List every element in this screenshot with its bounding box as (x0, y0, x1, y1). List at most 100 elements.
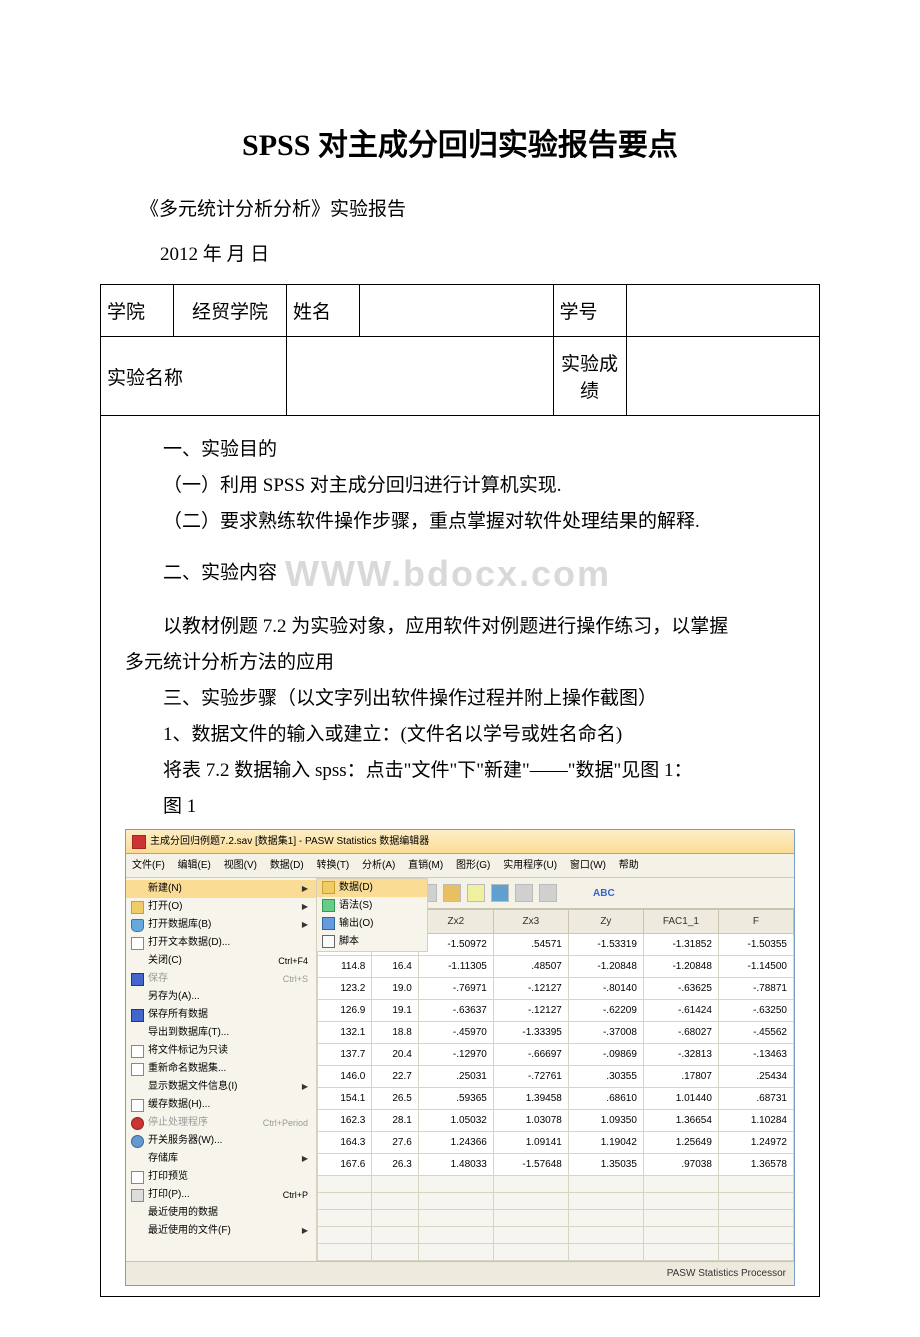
table-cell[interactable]: .68610 (568, 1088, 643, 1110)
table-cell[interactable] (318, 1244, 372, 1261)
table-cell[interactable]: -1.14500 (718, 956, 793, 978)
table-cell[interactable]: 20.4 (372, 1044, 418, 1066)
table-cell[interactable]: 28.1 (372, 1110, 418, 1132)
table-cell[interactable]: 167.6 (318, 1154, 372, 1176)
file-menu-item[interactable]: 新建(N)▶ (126, 880, 316, 898)
table-cell[interactable]: 1.35035 (568, 1154, 643, 1176)
menu-window[interactable]: 窗口(W) (570, 860, 606, 871)
table-cell[interactable] (318, 1193, 372, 1210)
table-cell[interactable]: -.12127 (493, 1000, 568, 1022)
table-cell[interactable]: 1.09350 (568, 1110, 643, 1132)
file-menu-item[interactable]: 重新命名数据集... (126, 1060, 316, 1078)
file-menu-item[interactable]: 显示数据文件信息(I)▶ (126, 1078, 316, 1096)
table-row[interactable] (318, 1193, 794, 1210)
table-cell[interactable]: .48507 (493, 956, 568, 978)
table-cell[interactable]: 1.09141 (493, 1132, 568, 1154)
table-cell[interactable]: 27.6 (372, 1132, 418, 1154)
table-cell[interactable] (718, 1227, 793, 1244)
table-cell[interactable]: -1.53319 (568, 934, 643, 956)
table-cell[interactable]: 1.48033 (418, 1154, 493, 1176)
table-cell[interactable] (372, 1176, 418, 1193)
menu-data[interactable]: 数据(D) (270, 860, 304, 871)
table-row[interactable]: 154.126.5.593651.39458.686101.01440.6873… (318, 1088, 794, 1110)
table-cell[interactable] (568, 1227, 643, 1244)
file-menu-item[interactable]: 缓存数据(H)... (126, 1096, 316, 1114)
menu-view[interactable]: 视图(V) (224, 860, 257, 871)
table-cell[interactable] (418, 1244, 493, 1261)
toolbar-icon[interactable] (539, 884, 557, 902)
table-cell[interactable]: -.37008 (568, 1022, 643, 1044)
table-row[interactable] (318, 1227, 794, 1244)
file-menu-item[interactable]: 另存为(A)... (126, 988, 316, 1006)
table-cell[interactable] (568, 1176, 643, 1193)
table-row[interactable]: 132.118.8-.45970-1.33395-.37008-.68027-.… (318, 1022, 794, 1044)
submenu-item[interactable]: 语法(S) (317, 897, 427, 915)
column-header[interactable]: Zx2 (418, 910, 493, 934)
table-row[interactable]: 164.327.61.243661.091411.190421.256491.2… (318, 1132, 794, 1154)
table-cell[interactable] (568, 1244, 643, 1261)
file-menu-item[interactable]: 停止处理程序Ctrl+Period (126, 1114, 316, 1132)
column-header[interactable]: Zx3 (493, 910, 568, 934)
table-cell[interactable]: 16.4 (372, 956, 418, 978)
table-cell[interactable]: .25031 (418, 1066, 493, 1088)
table-cell[interactable] (418, 1210, 493, 1227)
table-cell[interactable] (643, 1210, 718, 1227)
table-row[interactable]: 137.720.4-.12970-.66697-.09869-.32813-.1… (318, 1044, 794, 1066)
table-cell[interactable] (718, 1210, 793, 1227)
table-cell[interactable]: -1.50355 (718, 934, 793, 956)
table-cell[interactable]: 1.10284 (718, 1110, 793, 1132)
file-menu-item[interactable]: 最近使用的数据 (126, 1204, 316, 1222)
table-cell[interactable]: .17807 (643, 1066, 718, 1088)
table-cell[interactable]: 1.36578 (718, 1154, 793, 1176)
table-cell[interactable]: -.13463 (718, 1044, 793, 1066)
table-cell[interactable]: 19.1 (372, 1000, 418, 1022)
table-cell[interactable]: 26.5 (372, 1088, 418, 1110)
menu-edit[interactable]: 编辑(E) (178, 860, 211, 871)
table-cell[interactable]: 1.36654 (643, 1110, 718, 1132)
menu-transform[interactable]: 转换(T) (316, 860, 349, 871)
table-cell[interactable]: 1.24366 (418, 1132, 493, 1154)
file-menu-item[interactable]: 打印预览 (126, 1168, 316, 1186)
menu-utilities[interactable]: 实用程序(U) (503, 860, 557, 871)
table-row[interactable]: 126.919.1-.63637-.12127-.62209-.61424-.6… (318, 1000, 794, 1022)
table-cell[interactable]: -1.50972 (418, 934, 493, 956)
table-cell[interactable]: 1.25649 (643, 1132, 718, 1154)
file-menu-item[interactable]: 保存Ctrl+S (126, 970, 316, 988)
table-cell[interactable]: 132.1 (318, 1022, 372, 1044)
file-menu-item[interactable]: 保存所有数据 (126, 1006, 316, 1024)
toolbar-icon[interactable] (443, 884, 461, 902)
table-cell[interactable]: -.63250 (718, 1000, 793, 1022)
table-cell[interactable]: -.63625 (643, 978, 718, 1000)
table-cell[interactable]: .30355 (568, 1066, 643, 1088)
table-cell[interactable]: -.76971 (418, 978, 493, 1000)
table-cell[interactable]: 154.1 (318, 1088, 372, 1110)
new-submenu[interactable]: 数据(D)语法(S)输出(O)脚本 (316, 878, 428, 952)
table-cell[interactable]: 18.8 (372, 1022, 418, 1044)
table-cell[interactable] (718, 1176, 793, 1193)
table-cell[interactable]: 137.7 (318, 1044, 372, 1066)
submenu-item[interactable]: 数据(D) (317, 879, 427, 897)
file-menu-item[interactable]: 关闭(C)Ctrl+F4 (126, 952, 316, 970)
table-row[interactable]: 114.816.4-1.11305.48507-1.20848-1.20848-… (318, 956, 794, 978)
table-cell[interactable] (372, 1210, 418, 1227)
table-cell[interactable]: 126.9 (318, 1000, 372, 1022)
file-dropdown-menu[interactable]: 新建(N)▶打开(O)▶打开数据库(B)▶打开文本数据(D)...关闭(C)Ct… (126, 878, 317, 1261)
table-cell[interactable] (493, 1244, 568, 1261)
table-cell[interactable]: -1.33395 (493, 1022, 568, 1044)
table-cell[interactable]: 114.8 (318, 956, 372, 978)
table-cell[interactable] (418, 1227, 493, 1244)
table-cell[interactable]: -.68027 (643, 1022, 718, 1044)
spss-menubar[interactable]: 文件(F) 编辑(E) 视图(V) 数据(D) 转换(T) 分析(A) 直销(M… (126, 854, 794, 878)
table-cell[interactable]: -.09869 (568, 1044, 643, 1066)
table-cell[interactable]: 1.39458 (493, 1088, 568, 1110)
menu-analyze[interactable]: 分析(A) (362, 860, 395, 871)
column-header[interactable]: F (718, 910, 793, 934)
table-cell[interactable]: -.66697 (493, 1044, 568, 1066)
toolbar-icon[interactable] (515, 884, 533, 902)
table-cell[interactable]: 1.01440 (643, 1088, 718, 1110)
table-cell[interactable] (493, 1210, 568, 1227)
table-cell[interactable]: -.12127 (493, 978, 568, 1000)
table-row[interactable] (318, 1244, 794, 1261)
table-cell[interactable] (643, 1244, 718, 1261)
menu-direct[interactable]: 直销(M) (408, 860, 443, 871)
